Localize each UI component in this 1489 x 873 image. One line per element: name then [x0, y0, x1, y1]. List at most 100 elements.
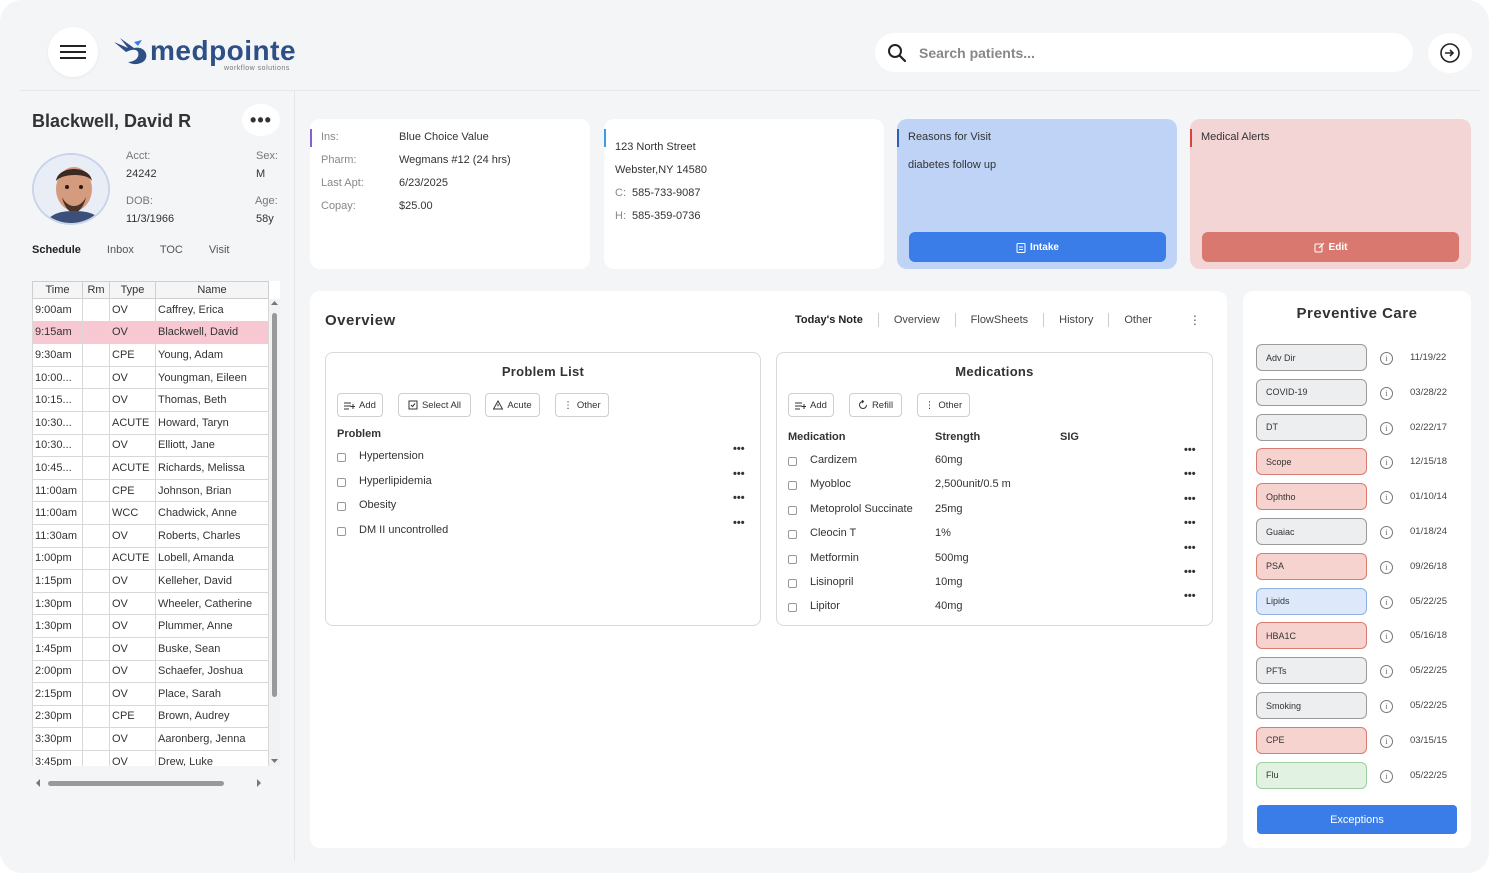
schedule-row[interactable]: 1:45pm OV Buske, Sean — [32, 636, 269, 661]
schedule-cell-type[interactable]: OV — [109, 433, 156, 458]
medication-more-icon[interactable]: ••• — [1184, 567, 1196, 578]
schedule-cell-room[interactable] — [82, 343, 110, 367]
preventive-item-guaiac[interactable]: Guaiac — [1256, 518, 1367, 545]
schedule-row[interactable]: 2:00pm OV Schaefer, Joshua — [32, 659, 269, 684]
problem-name[interactable]: Obesity — [359, 499, 396, 511]
medication-more-icon[interactable]: ••• — [1184, 518, 1196, 529]
info-icon[interactable]: i — [1380, 734, 1393, 748]
tab-visit[interactable]: Visit — [209, 244, 230, 256]
schedule-cell-time[interactable]: 3:30pm — [32, 727, 83, 751]
schedule-cell-type[interactable]: OV — [109, 614, 156, 638]
preventive-item-scope[interactable]: Scope — [1256, 448, 1367, 476]
schedule-cell-patient-name[interactable]: Howard, Taryn — [155, 410, 269, 435]
scroll-up-icon[interactable] — [269, 299, 280, 307]
medication-checkbox[interactable] — [788, 603, 797, 613]
schedule-cell-room[interactable] — [82, 569, 110, 593]
medication-name[interactable]: Lipitor — [810, 600, 840, 612]
schedule-cell-patient-name[interactable]: Lobell, Amanda — [155, 546, 269, 571]
schedule-cell-type[interactable]: OV — [109, 298, 156, 322]
medication-more-icon[interactable]: ••• — [1184, 445, 1196, 456]
schedule-cell-time[interactable]: 2:00pm — [32, 659, 83, 684]
schedule-row[interactable]: 10:30... ACUTE Howard, Taryn — [32, 410, 269, 435]
problem-checkbox[interactable] — [337, 502, 346, 511]
schedule-cell-type[interactable]: OV — [109, 636, 156, 661]
schedule-cell-room[interactable] — [82, 727, 110, 751]
schedule-cell-room[interactable] — [82, 636, 110, 661]
schedule-cell-patient-name[interactable]: Schaefer, Joshua — [155, 659, 269, 684]
problem-checkbox[interactable] — [337, 453, 346, 462]
problem-name[interactable]: Hyperlipidemia — [359, 475, 432, 487]
preventive-item-ophtho[interactable]: Ophtho — [1256, 483, 1367, 511]
schedule-cell-room[interactable] — [82, 546, 110, 571]
preventive-item-lipids[interactable]: Lipids — [1256, 587, 1367, 615]
schedule-row[interactable]: 3:30pm OV Aaronberg, Jenna — [32, 727, 269, 751]
schedule-cell-room[interactable] — [82, 433, 110, 458]
schedule-cell-room[interactable] — [82, 523, 110, 548]
schedule-cell-room[interactable] — [82, 365, 110, 390]
schedule-cell-time[interactable]: 1:30pm — [32, 591, 83, 616]
info-icon[interactable]: i — [1380, 769, 1393, 783]
hamburger-menu-button[interactable] — [48, 27, 98, 77]
schedule-cell-time[interactable]: 9:15am — [32, 320, 83, 345]
schedule-row[interactable]: 10:15... OV Thomas, Beth — [32, 388, 269, 412]
schedule-cell-type[interactable]: OV — [109, 727, 156, 751]
medication-more-icon[interactable]: ••• — [1184, 542, 1196, 553]
add-problem-button[interactable]: Add — [337, 393, 383, 417]
schedule-cell-time[interactable]: 10:00... — [32, 365, 83, 390]
schedule-cell-room[interactable] — [82, 682, 110, 706]
problem-checkbox[interactable] — [337, 477, 346, 487]
schedule-cell-type[interactable]: ACUTE — [109, 456, 156, 480]
schedule-row[interactable]: 11:00am WCC Chadwick, Anne — [32, 501, 269, 525]
medication-checkbox[interactable] — [788, 457, 797, 466]
schedule-cell-time[interactable]: 11:30am — [32, 523, 83, 548]
preventive-item-flu[interactable]: Flu — [1256, 761, 1367, 789]
medication-checkbox[interactable] — [788, 530, 797, 540]
schedule-cell-room[interactable] — [82, 320, 110, 345]
schedule-cell-patient-name[interactable]: Kelleher, David — [155, 569, 269, 593]
schedule-cell-time[interactable]: 10:15... — [32, 388, 83, 412]
schedule-cell-time[interactable]: 1:15pm — [32, 569, 83, 593]
column-header-type[interactable]: Type — [109, 281, 156, 299]
problem-name[interactable]: Hypertension — [359, 450, 424, 462]
scroll-left-icon[interactable] — [34, 778, 42, 788]
problem-other-button[interactable]: ⋮ Other — [555, 393, 609, 417]
preventive-item-pfts[interactable]: PFTs — [1256, 657, 1367, 685]
tab-todays-note[interactable]: Today's Note — [780, 313, 879, 327]
schedule-cell-time[interactable]: 11:00am — [32, 501, 83, 525]
schedule-cell-time[interactable]: 1:00pm — [32, 546, 83, 571]
medication-name[interactable]: Metformin — [810, 552, 859, 564]
medication-checkbox[interactable] — [788, 579, 797, 588]
schedule-row[interactable]: 10:45... ACUTE Richards, Melissa — [32, 456, 269, 480]
schedule-row[interactable]: 2:30pm CPE Brown, Audrey — [32, 704, 269, 729]
problem-checkbox[interactable] — [337, 526, 346, 536]
medication-more-icon[interactable]: ••• — [1184, 469, 1196, 480]
medication-checkbox[interactable] — [788, 481, 797, 491]
column-header-name[interactable]: Name — [155, 281, 269, 299]
tab-history[interactable]: History — [1044, 313, 1110, 327]
schedule-cell-patient-name[interactable]: Plummer, Anne — [155, 614, 269, 638]
schedule-cell-patient-name[interactable]: Roberts, Charles — [155, 523, 269, 548]
schedule-row[interactable]: 9:15am OV Blackwell, David — [32, 320, 269, 345]
schedule-cell-time[interactable]: 11:00am — [32, 478, 83, 503]
tab-overview[interactable]: Overview — [879, 313, 956, 327]
schedule-cell-patient-name[interactable]: Buske, Sean — [155, 636, 269, 661]
problem-more-icon[interactable]: ••• — [733, 517, 745, 528]
scrollbar-thumb[interactable] — [48, 781, 224, 786]
schedule-cell-room[interactable] — [82, 388, 110, 412]
preventive-item-dt[interactable]: DT — [1256, 413, 1367, 441]
schedule-cell-patient-name[interactable]: Caffrey, Erica — [155, 298, 269, 322]
search-input[interactable] — [919, 44, 1379, 61]
schedule-row[interactable]: 11:30am OV Roberts, Charles — [32, 523, 269, 548]
schedule-cell-type[interactable]: ACUTE — [109, 546, 156, 571]
schedule-cell-patient-name[interactable]: Young, Adam — [155, 343, 269, 367]
schedule-cell-room[interactable] — [82, 614, 110, 638]
search-bar[interactable] — [875, 33, 1413, 72]
medication-name[interactable]: Metoprolol Succinate — [810, 503, 913, 515]
info-icon[interactable]: i — [1380, 456, 1393, 470]
info-icon[interactable]: i — [1380, 526, 1393, 539]
schedule-cell-patient-name[interactable]: Aaronberg, Jenna — [155, 727, 269, 751]
schedule-cell-type[interactable]: OV — [109, 365, 156, 390]
schedule-cell-time[interactable]: 10:30... — [32, 410, 83, 435]
schedule-cell-patient-name[interactable]: Johnson, Brian — [155, 478, 269, 503]
problem-more-icon[interactable]: ••• — [733, 468, 745, 479]
